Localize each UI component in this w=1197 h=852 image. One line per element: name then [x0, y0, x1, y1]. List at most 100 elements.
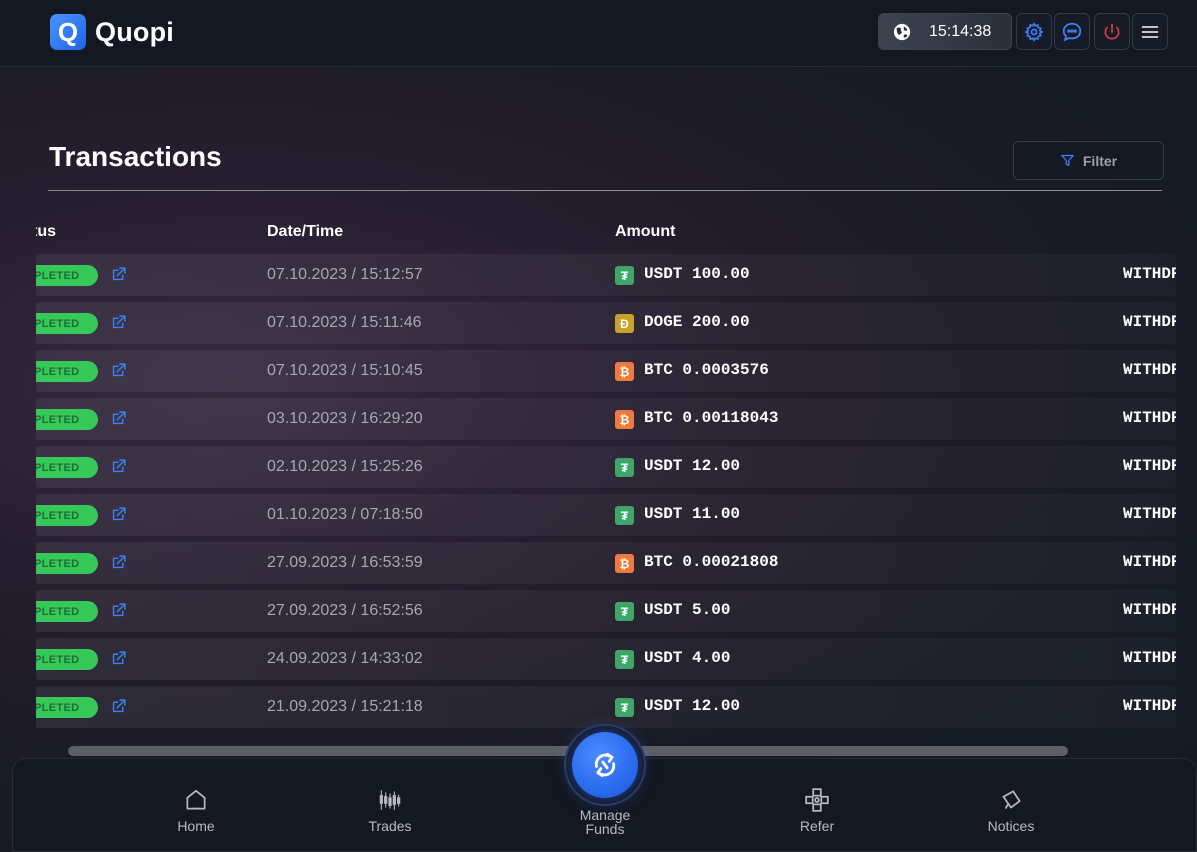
status-badge: MPLETED [36, 601, 98, 622]
transaction-type: WITHDR [1123, 457, 1176, 475]
transaction-amount: BTC 0.00021808 [644, 553, 779, 571]
transaction-datetime: 03.10.2023 / 16:29:20 [267, 410, 423, 427]
bell-icon [1002, 790, 1021, 810]
external-link-icon[interactable] [110, 506, 127, 523]
transaction-datetime: 01.10.2023 / 07:18:50 [267, 506, 423, 523]
external-link-icon[interactable] [110, 458, 127, 475]
external-link-icon[interactable] [110, 554, 127, 571]
external-link-icon[interactable] [110, 410, 127, 427]
manage-funds-button[interactable] [564, 724, 646, 806]
transaction-amount: USDT 4.00 [644, 649, 731, 667]
manage-funds-label-line2: Funds [585, 821, 625, 837]
usdt-coin-icon: ₮ [615, 602, 634, 621]
transaction-type: WITHDR [1123, 409, 1176, 427]
title-divider [48, 190, 1162, 191]
filter-icon [1061, 154, 1074, 167]
status-badge: MPLETED [36, 697, 98, 718]
transaction-type: WITHDR [1123, 505, 1176, 523]
usdt-coin-icon: ₮ [615, 458, 634, 477]
settings-button[interactable] [1016, 13, 1052, 50]
menu-button[interactable] [1132, 13, 1168, 50]
filter-button[interactable]: Filter [1013, 141, 1164, 180]
transaction-datetime: 07.10.2023 / 15:12:57 [267, 266, 423, 283]
transaction-amount: USDT 11.00 [644, 505, 741, 523]
transaction-amount: USDT 5.00 [644, 601, 731, 619]
status-badge: MPLETED [36, 553, 98, 574]
transaction-type: WITHDR [1123, 361, 1176, 379]
transaction-datetime: 27.09.2023 / 16:53:59 [267, 554, 423, 571]
status-badge: MPLETED [36, 457, 98, 478]
manage-funds-fab[interactable] [572, 732, 638, 798]
usdt-coin-icon: ₮ [615, 506, 634, 525]
table-row[interactable]: MPLETED 07.10.2023 / 15:10:45 ₿ BTC 0.00035… [36, 350, 1176, 392]
transaction-datetime: 27.09.2023 / 16:52:56 [267, 602, 423, 619]
nav-refer[interactable]: Refer [767, 787, 867, 834]
manage-funds-label: Manage Funds [555, 808, 655, 836]
column-amount: Amount [615, 223, 676, 240]
usdt-coin-icon: ₮ [615, 698, 634, 717]
table-row[interactable]: MPLETED 01.10.2023 / 07:18:50 ₮ USDT 11.00 W… [36, 494, 1176, 536]
home-icon [186, 789, 206, 810]
transaction-type: WITHDR [1123, 697, 1176, 715]
exchange-icon [594, 752, 616, 778]
gear-icon [1024, 21, 1044, 42]
external-link-icon[interactable] [110, 650, 127, 667]
globe-icon [893, 23, 911, 40]
doge-coin-icon: Ð [615, 314, 634, 333]
transaction-amount: BTC 0.0003576 [644, 361, 769, 379]
page-title: Transactions [49, 141, 222, 172]
status-badge: MPLETED [36, 265, 98, 286]
transaction-datetime: 24.09.2023 / 14:33:02 [267, 650, 423, 667]
nav-notices-label: Notices [987, 818, 1035, 834]
external-link-icon[interactable] [110, 314, 127, 331]
table-row[interactable]: MPLETED 21.09.2023 / 15:21:18 ₮ USDT 12.00 W… [36, 686, 1176, 728]
hamburger-icon [1141, 25, 1159, 38]
external-link-icon[interactable] [110, 362, 127, 379]
app-name: Quopi [95, 16, 174, 47]
logout-button[interactable] [1094, 13, 1130, 50]
table-row[interactable]: MPLETED 27.09.2023 / 16:53:59 ₿ BTC 0.00021… [36, 542, 1176, 584]
external-link-icon[interactable] [110, 602, 127, 619]
external-link-icon[interactable] [110, 266, 127, 283]
table-row[interactable]: MPLETED 03.10.2023 / 16:29:20 ₿ BTC 0.00118… [36, 398, 1176, 440]
chat-button[interactable] [1054, 13, 1090, 50]
table-row[interactable]: MPLETED 02.10.2023 / 15:25:26 ₮ USDT 12.00 W… [36, 446, 1176, 488]
manage-funds-label-line1: Manage [579, 807, 631, 823]
transaction-datetime: 07.10.2023 / 15:11:46 [267, 314, 422, 331]
chat-icon [1062, 22, 1082, 41]
transaction-type: WITHDR [1123, 313, 1176, 331]
btc-coin-icon: ₿ [615, 410, 634, 429]
table-row[interactable]: MPLETED 07.10.2023 / 15:11:46 Ð DOGE 200.00… [36, 302, 1176, 344]
transaction-amount: USDT 12.00 [644, 697, 741, 715]
nav-home-label: Home [177, 818, 215, 834]
transaction-amount: BTC 0.00118043 [644, 409, 779, 427]
transaction-amount: USDT 100.00 [644, 265, 750, 283]
transaction-type: WITHDR [1123, 649, 1176, 667]
nav-trades-label: Trades [368, 818, 412, 834]
transactions-table[interactable]: tus Date/Time Amount MPLETED 07.10.2023 /… [36, 212, 1176, 732]
transaction-type: WITHDR [1123, 265, 1176, 283]
column-datetime: Date/Time [267, 223, 344, 240]
usdt-coin-icon: ₮ [615, 266, 634, 285]
transaction-type: WITHDR [1123, 601, 1176, 619]
nav-home[interactable]: Home [146, 787, 246, 834]
status-badge: MPLETED [36, 505, 98, 526]
table-row[interactable]: MPLETED 07.10.2023 / 15:12:57 ₮ USDT 100.00… [36, 254, 1176, 296]
nav-trades[interactable]: Trades [340, 787, 440, 834]
table-header: tus Date/Time Amount [36, 212, 1176, 252]
clock-widget: 15:14:38 [878, 13, 1012, 50]
table-row[interactable]: MPLETED 24.09.2023 / 14:33:02 ₮ USDT 4.00 WI… [36, 638, 1176, 680]
external-link-icon[interactable] [110, 698, 127, 715]
nav-notices[interactable]: Notices [961, 787, 1061, 834]
power-icon [1104, 23, 1120, 40]
transaction-datetime: 07.10.2023 / 15:10:45 [267, 362, 423, 379]
top-header: Q Quopi 15:14:38 [0, 0, 1197, 67]
status-badge: MPLETED [36, 409, 98, 430]
filter-label: Filter [1082, 152, 1118, 169]
status-badge: MPLETED [36, 649, 98, 670]
logo[interactable]: Q Quopi [50, 14, 174, 50]
transaction-datetime: 02.10.2023 / 15:25:26 [267, 458, 423, 475]
table-row[interactable]: MPLETED 27.09.2023 / 16:52:56 ₮ USDT 5.00 WI… [36, 590, 1176, 632]
logo-mark: Q [50, 14, 86, 50]
candlestick-icon [379, 790, 401, 810]
